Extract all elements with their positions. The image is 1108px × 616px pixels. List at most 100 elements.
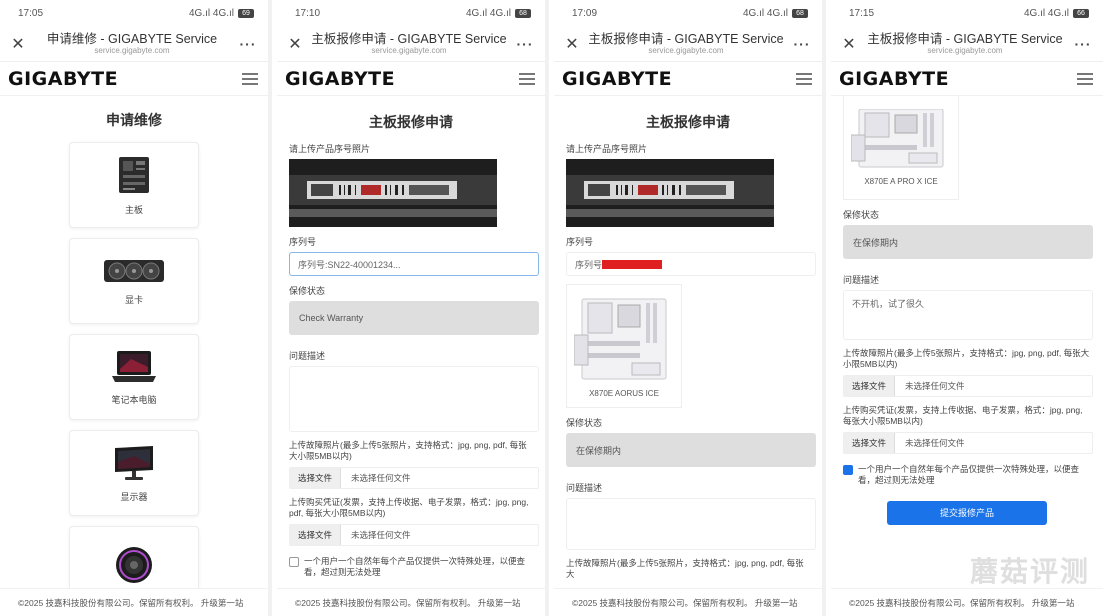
phone-panel-3: 17:09 4G.ıl 4G.ıl 68 ✕ 主板报修申请 - GIGABYTE… (554, 0, 826, 616)
page-title: 主板报修申请 (646, 114, 730, 130)
window-title: 申请维修 - GIGABYTE Service (46, 31, 218, 46)
choose-file-button[interactable]: 选择文件 (290, 467, 342, 488)
status-time: 17:15 (849, 7, 875, 19)
upload-invoice-field: 选择文件 未选择任何文件 (843, 431, 1093, 454)
browser-title-bar: ✕ 主板报修申请 - GIGABYTE Service service.giga… (554, 26, 822, 62)
upload-invoice-note: 上传购买凭证(发票，支持上传收据、电子发票，格式：jpg, png, 每张大小限… (843, 404, 1083, 427)
footer: ©2025 技嘉科技股份有限公司。保留所有权利。 升级第一站 (0, 588, 268, 616)
signal-icon: 4G.ıl 4G.ıl (188, 7, 234, 19)
motherboard-icon (574, 298, 667, 379)
product-model: X870E AORUS ICE (589, 388, 659, 398)
status-time: 17:05 (18, 7, 44, 19)
choose-file-button[interactable]: 选择文件 (290, 524, 342, 545)
laptop-icon (112, 350, 156, 382)
status-bar: 17:05 4G.ıl 4G.ıl 69 (0, 0, 268, 26)
window-url: service.gigabyte.com (648, 46, 724, 56)
status-bar: 17:10 4G.ıl 4G.ıl 68 (277, 0, 545, 26)
warranty-label: 保修状态 (289, 286, 326, 296)
serial-label: 序列号 (566, 237, 594, 247)
browser-title-bar: ✕ 申请维修 - GIGABYTE Service service.gigaby… (0, 26, 268, 62)
more-icon[interactable]: ··· (1071, 36, 1095, 52)
serial-number-value: 序列号 (566, 252, 816, 276)
battery-icon: 69 (238, 8, 254, 18)
category-card-laptop[interactable]: 笔记本电脑 (69, 334, 199, 420)
gigabyte-logo[interactable]: GIGABYTE (285, 68, 395, 90)
upload-photo-note: 上传故障照片(最多上传5张照片，支持格式：jpg, png, pdf, 每张大 (566, 558, 804, 580)
more-icon[interactable]: ··· (513, 36, 537, 52)
description-textarea[interactable] (566, 498, 816, 550)
menu-icon[interactable] (796, 72, 812, 85)
footer: ©2025 技嘉科技股份有限公司。保留所有权利。 升级第一站 (831, 588, 1103, 616)
serial-photo (289, 159, 497, 227)
menu-icon[interactable] (242, 72, 258, 85)
menu-icon[interactable] (519, 72, 535, 85)
status-time: 17:10 (295, 7, 321, 19)
graphics-card-icon (104, 259, 164, 282)
close-icon[interactable]: ✕ (8, 34, 28, 54)
gigabyte-logo[interactable]: GIGABYTE (839, 68, 949, 90)
upload-photo-field: 选择文件 未选择任何文件 (289, 466, 539, 489)
description-label: 问题描述 (289, 351, 326, 361)
upload-invoice-field: 选择文件 未选择任何文件 (289, 523, 539, 546)
gigabyte-logo[interactable]: GIGABYTE (562, 68, 672, 90)
status-bar: 17:15 4G.ıl 4G.ıl 66 (831, 0, 1103, 26)
description-textarea[interactable] (289, 366, 539, 432)
more-icon[interactable]: ··· (236, 36, 260, 52)
consent-checkbox[interactable] (843, 464, 853, 475)
product-image: X870E A PRO X ICE (843, 96, 959, 200)
screenshot-strip: 17:05 4G.ıl 4G.ıl 69 ✕ 申请维修 - GIGABYTE S… (0, 0, 1108, 616)
warranty-check-button[interactable]: Check Warranty (289, 301, 539, 335)
serial-label: 序列号 (289, 237, 317, 247)
menu-icon[interactable] (1077, 72, 1093, 85)
choose-file-button[interactable]: 选择文件 (844, 432, 896, 453)
category-card-motherboard[interactable]: 主板 (69, 142, 199, 228)
upload-photo-note: 上传故障照片(最多上传5张照片，支持格式：jpg, png, pdf, 每张大小… (843, 348, 1090, 370)
status-time: 17:09 (572, 7, 598, 19)
category-label: 显示器 (120, 491, 148, 502)
consent-checkbox[interactable] (289, 556, 299, 567)
choose-file-button[interactable]: 选择文件 (844, 375, 896, 396)
signal-icon: 4G.ıl 4G.ıl (742, 7, 788, 19)
close-icon[interactable]: ✕ (285, 34, 305, 54)
file-status: 未选择任何文件 (351, 472, 411, 483)
status-bar: 17:09 4G.ıl 4G.ıl 68 (554, 0, 822, 26)
page-title: 主板报修申请 (369, 114, 453, 130)
consent-text: 一个用户一个自然年每个产品仅提供一次特殊处理，以便查看，超过则无法处理 (858, 463, 1080, 486)
signal-icon: 4G.ıl 4G.ıl (465, 7, 511, 19)
phone-panel-2: 17:10 4G.ıl 4G.ıl 68 ✕ 主板报修申请 - GIGABYTE… (277, 0, 549, 616)
product-image: X870E AORUS ICE (566, 284, 682, 408)
footer: ©2025 技嘉科技股份有限公司。保留所有权利。 升级第一站 (554, 588, 822, 616)
description-textarea[interactable]: 不开机，试了很久 (843, 290, 1093, 340)
window-url: service.gigabyte.com (371, 46, 447, 56)
upload-photo-note: 上传故障照片(最多上传5张照片，支持格式：jpg, png, pdf, 每张大小… (289, 440, 527, 462)
file-status: 未选择任何文件 (905, 437, 965, 448)
more-icon[interactable]: ··· (790, 36, 814, 52)
category-card-graphics-card[interactable]: 显卡 (69, 238, 199, 324)
warranty-status-select[interactable]: 在保修期内 (843, 225, 1093, 259)
category-card-monitor[interactable]: 显示器 (69, 430, 199, 516)
serial-number-input[interactable]: 序列号:SN22-40001234... (289, 252, 539, 276)
warranty-status-select[interactable]: 在保修期内 (566, 433, 816, 467)
battery-icon: 68 (515, 8, 531, 18)
motherboard-icon (851, 109, 944, 168)
warranty-label: 保修状态 (566, 418, 603, 428)
brand-bar: GIGABYTE (554, 62, 822, 96)
submit-button[interactable]: 提交报修产品 (887, 500, 1047, 525)
gigabyte-logo[interactable]: GIGABYTE (8, 68, 118, 90)
upload-photo-field: 选择文件 未选择任何文件 (843, 374, 1093, 397)
phone-panel-1: 17:05 4G.ıl 4G.ıl 69 ✕ 申请维修 - GIGABYTE S… (0, 0, 272, 616)
close-icon[interactable]: ✕ (562, 34, 582, 54)
close-icon[interactable]: ✕ (839, 34, 859, 54)
category-label: 显卡 (124, 294, 143, 305)
battery-icon: 68 (792, 8, 808, 18)
browser-title-bar: ✕ 主板报修申请 - GIGABYTE Service service.giga… (277, 26, 545, 62)
product-model: X870E A PRO X ICE (864, 177, 938, 186)
phone-panel-4: 17:15 4G.ıl 4G.ıl 66 ✕ 主板报修申请 - GIGABYTE… (831, 0, 1103, 616)
file-status: 未选择任何文件 (905, 380, 965, 391)
motherboard-icon (119, 156, 149, 193)
signal-icon: 4G.ıl 4G.ıl (1023, 7, 1069, 19)
serial-sticker-image (289, 159, 497, 227)
file-status: 未选择任何文件 (351, 529, 411, 540)
description-label: 问题描述 (843, 275, 880, 285)
category-label: 笔记本电脑 (111, 394, 157, 405)
